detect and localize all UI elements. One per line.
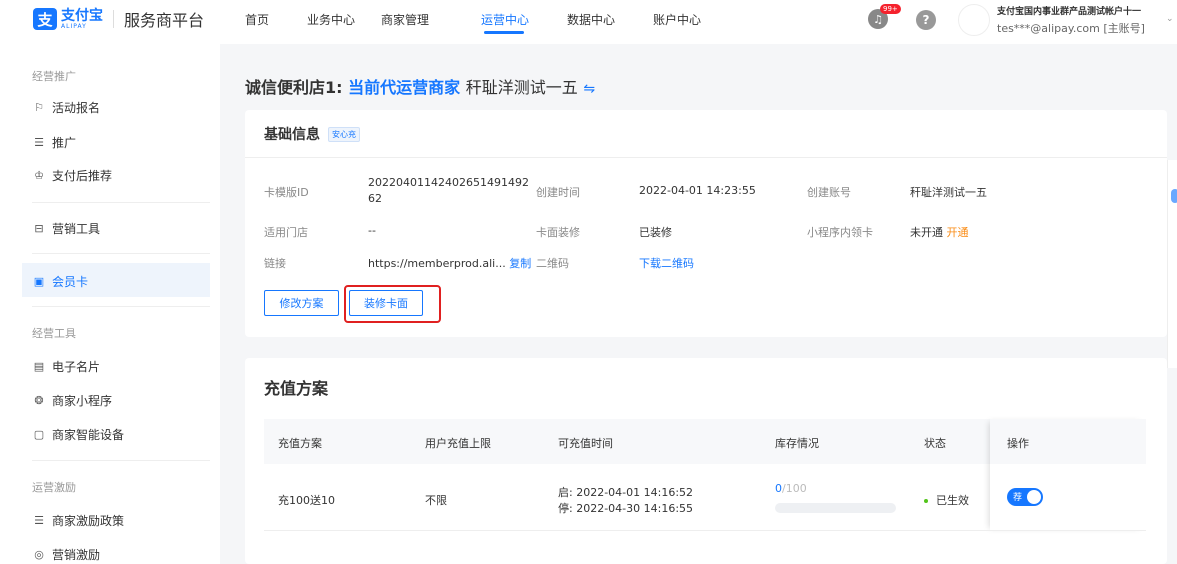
sidebar-item-incentive-policy[interactable]: ☰ 商家激励政策 [32, 512, 124, 529]
sidebar-item-marketing-tool[interactable]: ⊟ 营销工具 [32, 220, 100, 237]
sidebar-item-marketing-incentive[interactable]: ◎ 营销激励 [32, 546, 100, 563]
avatar[interactable] [958, 4, 990, 36]
card-icon: ▣ [33, 275, 45, 288]
col-limit: 用户充值上限 [425, 437, 491, 450]
account-email[interactable]: tes***@alipay.com [主账号] [997, 20, 1145, 36]
nav-account[interactable]: 账户中心 [653, 11, 701, 28]
created-account-label: 创建账号 [807, 186, 851, 199]
cell-status: 已生效 [924, 492, 969, 508]
tag-anxinchong: 安心充 [328, 126, 360, 142]
status-dot-icon [924, 499, 928, 503]
id-card-icon: ▤ [33, 360, 45, 373]
created-time-label: 创建时间 [536, 186, 580, 199]
sidebar-item-ecard[interactable]: ▤ 电子名片 [32, 358, 100, 375]
decor-label: 卡面装修 [536, 226, 580, 239]
badge-icon: ◎ [34, 548, 44, 561]
notification-badge: 99+ [880, 4, 901, 14]
page-title: 诚信便利店1: 当前代运营商家 秆耻洋测试一五 ⇋ [245, 78, 596, 97]
sidebar-divider [32, 202, 210, 203]
sidebar-divider [32, 306, 210, 307]
miniapp-label: 小程序内领卡 [807, 226, 873, 239]
edit-plan-button[interactable]: 修改方案 [264, 290, 339, 316]
cell-plan: 充100送10 [278, 494, 335, 507]
store-label: 适用门店 [264, 226, 308, 239]
sidebar-item-recommend[interactable]: ♔ 支付后推荐 [32, 167, 112, 184]
nav-active-underline [484, 31, 524, 34]
store-value: -- [368, 224, 376, 237]
cell-stock: 0/100 [775, 482, 807, 495]
created-time-value: 2022-04-01 14:23:55 [639, 184, 756, 197]
role-label: 当前代运营商家 [348, 78, 461, 97]
sidebar-item-member-card[interactable]: ▣ 会员卡 [32, 273, 88, 290]
nav-data[interactable]: 数据中心 [567, 11, 615, 28]
sidebar-item-promote[interactable]: ☰ 推广 [32, 134, 76, 151]
logo-cn: 支付宝 [61, 7, 103, 24]
document-icon: ☰ [34, 136, 44, 149]
col-plan: 充值方案 [278, 437, 322, 450]
logo-divider [113, 10, 114, 28]
flag-icon: ⚐ [34, 101, 44, 114]
created-account-value: 秆耻洋测试一五 [910, 186, 987, 199]
nav-home[interactable]: 首页 [245, 11, 269, 28]
highlight-box [344, 285, 441, 323]
merchant-name: 秆耻洋测试一五 [465, 78, 578, 97]
toggle-knob [1027, 490, 1041, 504]
device-icon: ▢ [33, 428, 45, 441]
cube-icon: ❂ [34, 394, 44, 407]
copy-link[interactable]: 复制 [509, 257, 531, 270]
sidebar-item-miniapp[interactable]: ❂ 商家小程序 [32, 392, 112, 409]
sidebar-group-tools: 经营工具 [32, 327, 76, 340]
col-action: 操作 [1007, 437, 1029, 450]
sidebar-divider [32, 253, 210, 254]
nav-operation[interactable]: 运营中心 [481, 11, 529, 28]
stock-progress-bar [775, 503, 896, 513]
sidebar-item-device[interactable]: ▢ 商家智能设备 [32, 426, 124, 443]
nav-business[interactable]: 业务中心 [307, 11, 355, 28]
logo[interactable]: 支 支付宝 ALIPAY 服务商平台 [33, 7, 204, 31]
open-link[interactable]: 开通 [947, 226, 969, 239]
decor-value: 已装修 [639, 226, 672, 239]
col-status: 状态 [924, 437, 946, 450]
nav-merchant[interactable]: 商家管理 [381, 11, 429, 28]
top-bar: 支 支付宝 ALIPAY 服务商平台 首页 业务中心 商家管理 运营中心 数据中… [0, 0, 1177, 44]
chevron-down-icon[interactable]: ⌄ [1166, 14, 1174, 24]
document-icon: ☰ [34, 514, 44, 527]
gift-box-icon: ⊟ [34, 222, 44, 235]
link-label: 链接 [264, 257, 286, 270]
sidebar: 经营推广 ⚐ 活动报名 ☰ 推广 ♔ 支付后推荐 ⊟ 营销工具 ▣ 会员卡 经营… [0, 44, 220, 564]
sidebar-divider [32, 460, 210, 461]
col-stock: 库存情况 [775, 437, 819, 450]
cell-limit: 不限 [425, 494, 447, 507]
template-id-value: 20220401142402651491492 62 [368, 176, 529, 205]
col-time: 可充值时间 [558, 437, 613, 450]
basic-info-title: 基础信息 [264, 127, 320, 143]
logo-en: ALIPAY [61, 22, 87, 30]
float-button-icon[interactable] [1171, 189, 1177, 203]
platform-name: 服务商平台 [124, 11, 205, 30]
sidebar-item-activity[interactable]: ⚐ 活动报名 [32, 99, 100, 116]
recharge-title: 充值方案 [264, 379, 329, 398]
alipay-logo-icon: 支 [33, 8, 57, 30]
cell-end-time: 停: 2022-04-30 14:16:55 [558, 502, 694, 515]
miniapp-value: 未开通 开通 [910, 226, 969, 239]
help-icon[interactable]: ? [916, 10, 936, 30]
swap-icon[interactable]: ⇋ [583, 81, 595, 97]
template-id-label: 卡模版ID [264, 186, 309, 199]
crown-icon: ♔ [34, 169, 44, 182]
download-qrcode-link[interactable]: 下载二维码 [639, 255, 694, 271]
cell-start-time: 启: 2022-04-01 14:16:52 [558, 486, 694, 499]
account-name[interactable]: 支付宝国内事业群产品测试帐户十一 [997, 4, 1141, 17]
divider [245, 157, 1167, 158]
link-value: https://memberprod.ali... 复制 [368, 257, 532, 270]
sidebar-group-incentive: 运营激励 [32, 481, 76, 494]
sidebar-group-promotion: 经营推广 [32, 70, 76, 83]
qrcode-label: 二维码 [536, 257, 569, 270]
recommend-toggle[interactable]: 荐 [1007, 488, 1043, 506]
recharge-card: 充值方案 充值方案 用户充值上限 可充值时间 库存情况 状态 操作 充100送1… [245, 358, 1167, 564]
row-divider [264, 530, 1146, 531]
